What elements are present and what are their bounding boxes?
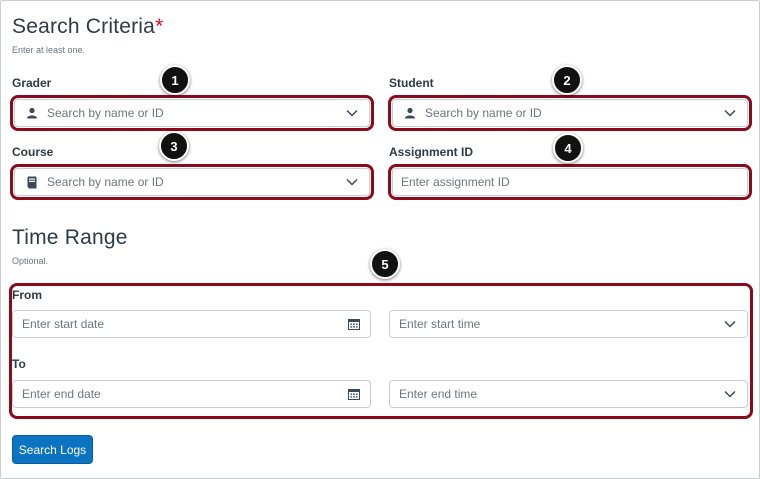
callout-2: 2 [552, 65, 582, 95]
required-asterisk: * [155, 15, 164, 38]
callout-1: 1 [160, 65, 190, 95]
highlight-grader [10, 95, 374, 131]
highlight-student [388, 95, 752, 131]
search-criteria-heading: Search Criteria* [12, 15, 163, 39]
search-logs-button[interactable]: Search Logs [12, 435, 93, 464]
time-range-hint: Optional. [12, 256, 49, 266]
callout-5: 5 [370, 249, 400, 279]
course-label: Course [12, 145, 54, 159]
highlight-time-range [9, 283, 753, 419]
assignment-id-label: Assignment ID [389, 145, 474, 159]
time-range-title: Time Range [12, 226, 128, 249]
grader-label: Grader [12, 76, 52, 90]
search-criteria-title: Search Criteria [12, 15, 156, 38]
highlight-course [10, 164, 374, 200]
callout-3: 3 [159, 131, 189, 161]
student-label: Student [389, 76, 434, 90]
highlight-assignment-id [388, 164, 752, 200]
search-criteria-hint: Enter at least one. [12, 45, 86, 55]
callout-4: 4 [553, 133, 583, 163]
